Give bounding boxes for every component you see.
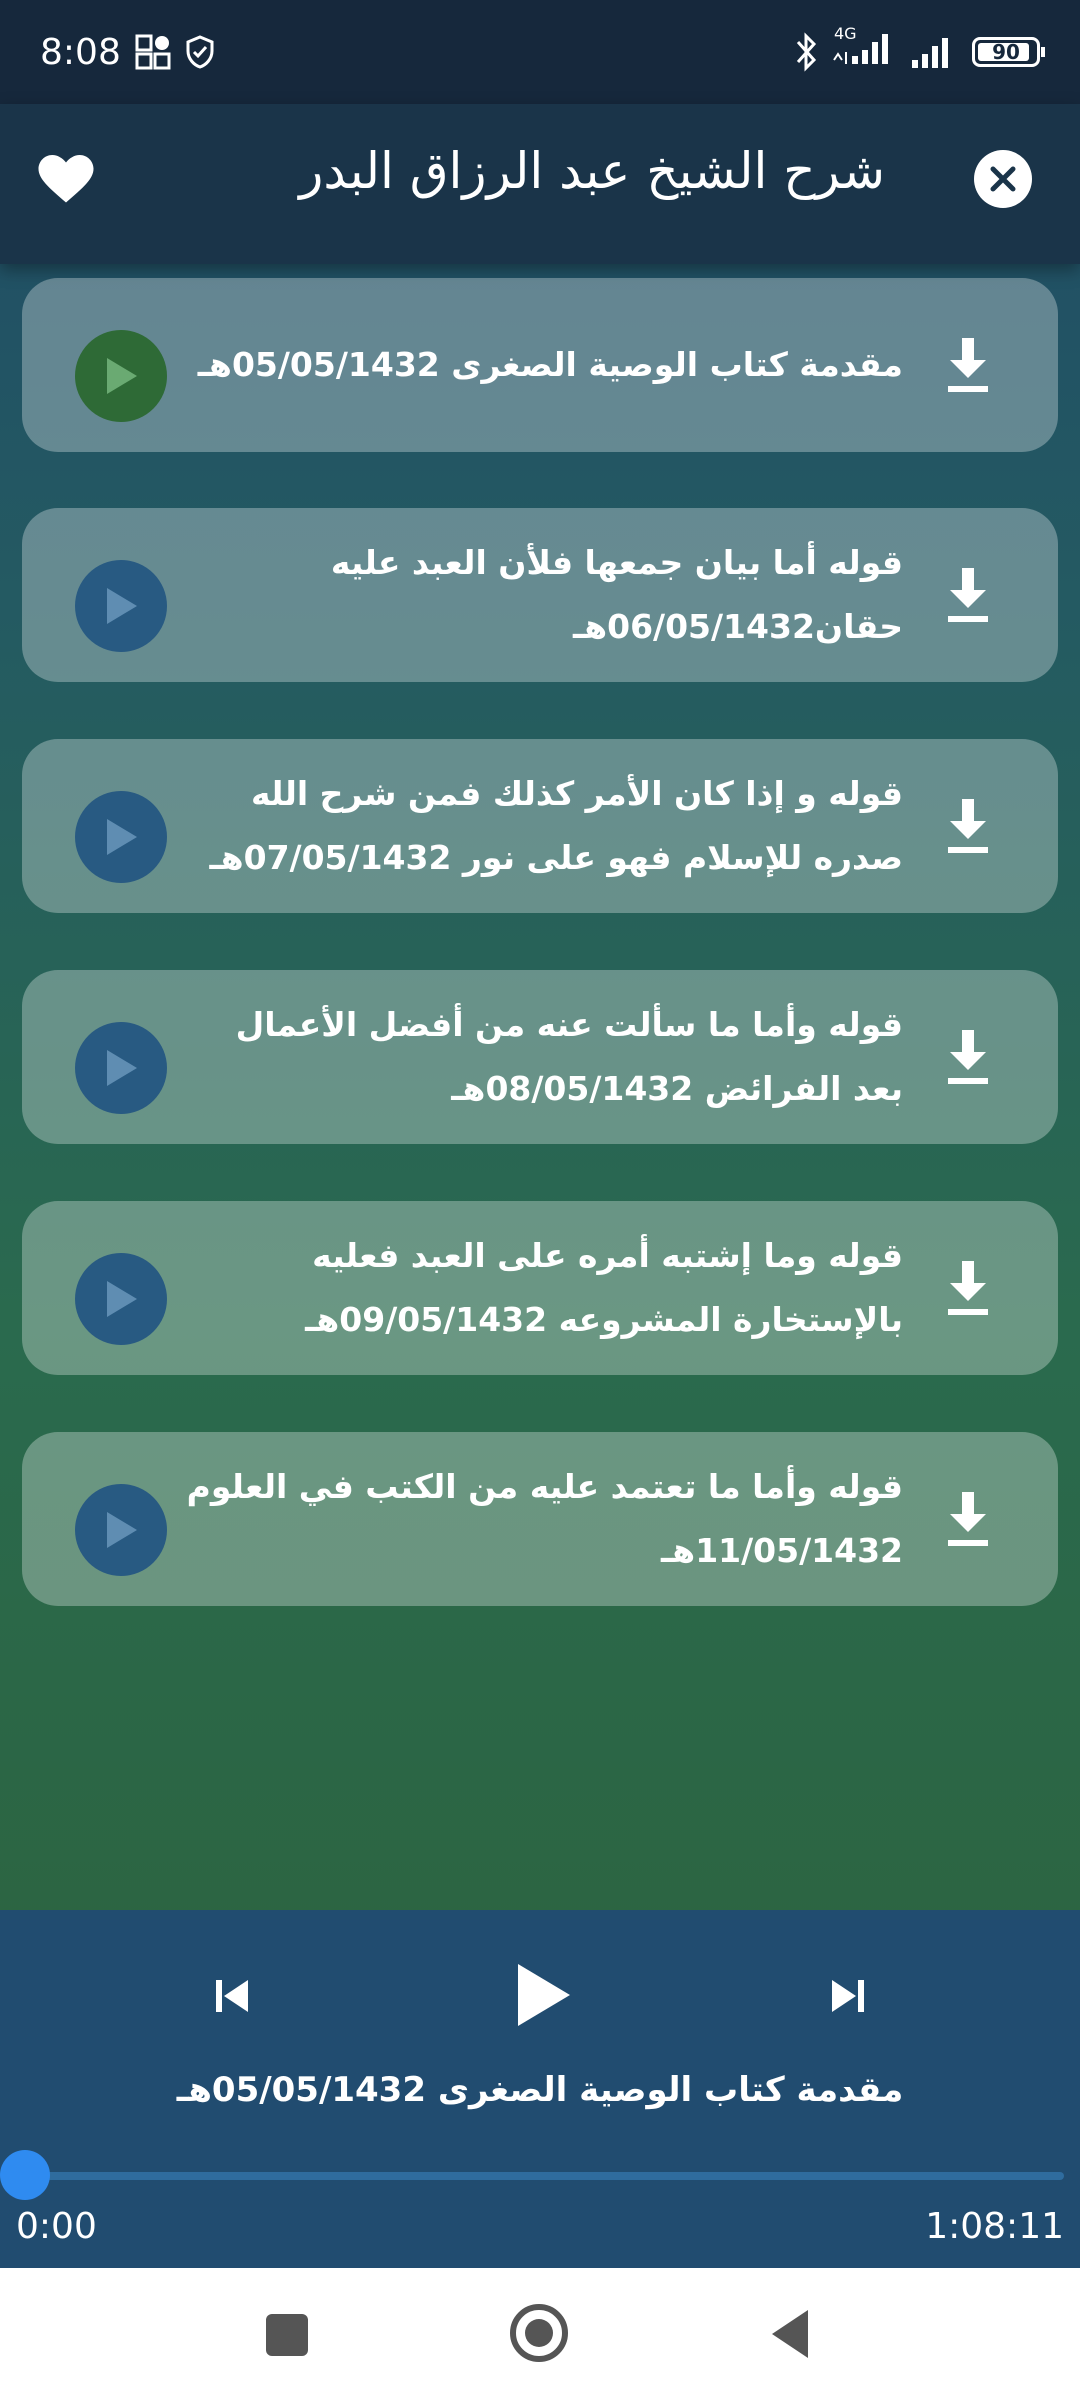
lecture-title: قوله أما بيان جمعها فلأن العبد عليه حقان… [330,543,903,646]
download-icon[interactable] [942,1490,994,1550]
close-icon [990,166,1016,192]
play-button[interactable] [75,1253,167,1345]
signal-4g: 4G [832,24,894,75]
current-time: 0:00 [16,2206,97,2247]
play-button[interactable] [75,330,167,422]
lecture-title: قوله وأما ما تعتمد عليه من الكتب في العل… [186,1467,903,1570]
network-type: 4G [834,23,857,43]
play-icon [107,358,137,394]
audio-player: مقدمة كتاب الوصية الصغرى 05/05/1432هـ 0:… [0,1910,1080,2268]
skip-previous-icon[interactable] [212,1976,252,2016]
play-button[interactable] [75,1022,167,1114]
lecture-title: قوله وما إشتبه أمره على العبد فعليه بالإ… [305,1236,903,1339]
play-icon[interactable] [512,1960,574,2030]
download-icon[interactable] [942,566,994,626]
app-grid-icon [135,34,171,70]
close-button[interactable] [974,150,1032,208]
seek-thumb[interactable] [0,2150,50,2200]
skip-next-icon[interactable] [828,1976,868,2016]
now-playing-title: مقدمة كتاب الوصية الصغرى 05/05/1432هـ [176,2070,904,2110]
download-icon[interactable] [942,1259,994,1319]
download-icon[interactable] [942,336,994,396]
status-time: 8:08 [40,31,121,73]
status-right: 4G 90 [794,24,1045,75]
shield-icon [186,35,214,69]
system-nav-bar [0,2268,1080,2400]
back-icon[interactable] [770,2308,810,2360]
seek-bar[interactable] [22,2172,1064,2180]
play-icon [107,1512,137,1548]
download-icon[interactable] [942,797,994,857]
status-left: 8:08 [40,32,215,73]
play-icon [107,1050,137,1086]
download-icon[interactable] [942,1028,994,1088]
play-button[interactable] [75,1484,167,1576]
play-icon [107,588,137,624]
lecture-title: قوله و إذا كان الأمر كذلك فمن شرح الله ص… [209,774,903,877]
total-time: 1:08:11 [925,2206,1064,2247]
lecture-item[interactable]: قوله و إذا كان الأمر كذلك فمن شرح الله ص… [22,739,1058,913]
lecture-title: قوله وأما ما سألت عنه من أفضل الأعمال بع… [235,1005,903,1108]
play-icon [107,1281,137,1317]
lecture-item[interactable]: قوله وأما ما تعتمد عليه من الكتب في العل… [22,1432,1058,1606]
play-button[interactable] [75,560,167,652]
page-title: شرح الشيخ عبد الرزاق البدر [299,142,885,200]
battery-level: 90 [992,40,1020,64]
battery-icon: 90 [972,37,1045,67]
play-icon [107,819,137,855]
favorite-heart-icon[interactable] [36,150,96,210]
status-bar: 8:08 4G 90 [0,0,1080,104]
lecture-item[interactable]: قوله وما إشتبه أمره على العبد فعليه بالإ… [22,1201,1058,1375]
bluetooth-icon [796,32,817,72]
recents-button[interactable] [266,2314,308,2356]
lecture-item[interactable]: قوله أما بيان جمعها فلأن العبد عليه حقان… [22,508,1058,682]
lecture-title: مقدمة كتاب الوصية الصغرى 05/05/1432هـ [197,345,903,384]
play-button[interactable] [75,791,167,883]
signal-icon-2 [912,38,948,68]
lecture-item[interactable]: مقدمة كتاب الوصية الصغرى 05/05/1432هـ [22,278,1058,452]
lecture-item[interactable]: قوله وأما ما سألت عنه من أفضل الأعمال بع… [22,970,1058,1144]
app-header: شرح الشيخ عبد الرزاق البدر [0,104,1080,264]
home-button[interactable] [510,2304,568,2362]
